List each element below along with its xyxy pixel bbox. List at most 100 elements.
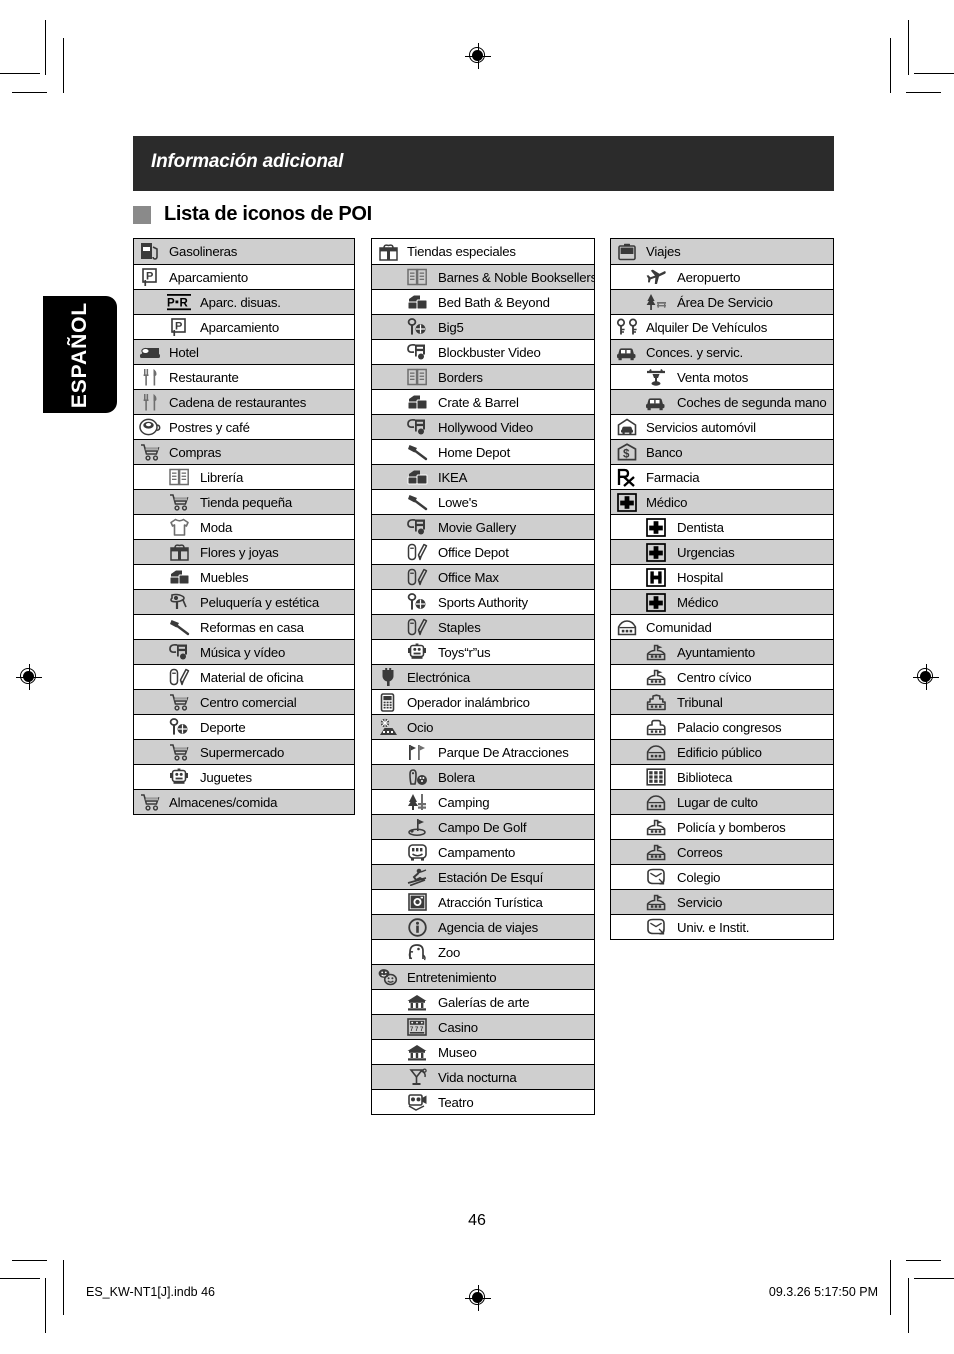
shopping-cart-icon — [137, 441, 163, 463]
poi-label: Música y vídeo — [200, 644, 286, 660]
page-number: 46 — [468, 1212, 486, 1229]
poi-subrow: Office Max — [372, 564, 594, 589]
car-garage-icon — [614, 416, 640, 438]
poi-subrow: Lowe's — [372, 489, 594, 514]
poi-group-row: Compras — [134, 439, 354, 464]
park-and-ride-icon: PR — [166, 291, 192, 313]
crop-mark — [914, 1278, 954, 1279]
poi-group-row: Postres y café — [134, 414, 354, 439]
page-heading: Lista de iconos de POI — [133, 203, 372, 226]
poi-label: Coches de segunda mano — [677, 394, 827, 410]
poi-label: Viajes — [646, 244, 681, 259]
poi-subrow: Estación De Esquí — [372, 864, 594, 889]
crop-mark — [914, 73, 954, 74]
poi-subrow: Urgencias — [611, 539, 833, 564]
poi-label: Médico — [646, 494, 688, 510]
plug-icon — [375, 666, 401, 688]
restaurant-fork-knife-icon — [137, 366, 163, 388]
poi-subrow: P Aparcamiento — [134, 314, 354, 339]
nightlife-icon — [404, 1066, 430, 1088]
poi-label: Postres y café — [169, 419, 250, 435]
music-note-icon — [404, 341, 430, 363]
poi-subrow: Dentista — [611, 514, 833, 539]
registration-target-bottom — [465, 1285, 491, 1311]
poi-group-row: Cadena de restaurantes — [134, 389, 354, 414]
info-circle-icon — [404, 916, 430, 938]
poi-group-row: Farmacia — [611, 464, 833, 489]
poi-label: Reformas en casa — [200, 619, 304, 635]
poi-subrow: Juguetes — [134, 764, 354, 789]
poi-subrow: Deporte — [134, 714, 354, 739]
poi-label: Aparcamiento — [169, 269, 248, 285]
poi-subrow: Teatro — [372, 1089, 594, 1114]
poi-label: Médico — [677, 594, 719, 610]
poi-label: Ocio — [407, 719, 434, 735]
golf-flag-icon — [404, 816, 430, 838]
shopping-cart-icon — [166, 741, 192, 763]
poi-label: Zoo — [438, 944, 461, 960]
poi-subrow: Atracción Turística — [372, 889, 594, 914]
hairdryer-icon — [166, 591, 192, 613]
poi-label: Crate & Barrel — [438, 394, 519, 410]
book-icon — [404, 366, 430, 388]
svg-text:P: P — [167, 298, 175, 310]
poi-label: Gasolineras — [169, 244, 238, 259]
poi-label: Compras — [169, 444, 222, 460]
svg-text:P: P — [146, 270, 153, 282]
music-note-icon — [166, 641, 192, 663]
office-supplies-icon — [404, 566, 430, 588]
poi-label: Almacenes/comida — [169, 794, 278, 810]
poi-subrow: Reformas en casa — [134, 614, 354, 639]
poi-label: Univ. e Instit. — [677, 919, 750, 935]
poi-label: Banco — [646, 444, 683, 460]
poi-subrow: Material de oficina — [134, 664, 354, 689]
gift-box-icon — [166, 541, 192, 563]
cityhall-icon — [643, 891, 669, 913]
poi-label: Aeropuerto — [677, 269, 741, 285]
poi-label: Vida nocturna — [438, 1069, 517, 1085]
poi-label: Parque De Atracciones — [438, 744, 569, 760]
poi-subrow: Toys“r”us — [372, 639, 594, 664]
poi-subrow: Hollywood Video — [372, 414, 594, 439]
amusement-icon — [375, 716, 401, 738]
language-tab-label: ESPAÑOL — [68, 301, 92, 408]
car-key-icon — [614, 316, 640, 338]
poi-subrow: Barnes & Noble Booksellers — [372, 264, 594, 289]
sports-icon — [404, 591, 430, 613]
poi-label: Correos — [677, 844, 723, 860]
poi-label: Hotel — [169, 344, 199, 360]
cityhall-icon — [643, 841, 669, 863]
cityhall-icon — [643, 641, 669, 663]
poi-label: Operador inalámbrico — [407, 694, 530, 710]
convention-icon — [643, 716, 669, 738]
parking-p-icon: P — [166, 316, 192, 338]
poi-subrow: IKEA — [372, 464, 594, 489]
poi-subrow: Office Depot — [372, 539, 594, 564]
motorcycle-icon — [643, 366, 669, 388]
poi-label: Tienda pequeña — [200, 494, 293, 510]
rest-area-icon — [643, 291, 669, 313]
sports-icon — [404, 316, 430, 338]
svg-text:P: P — [175, 320, 182, 332]
poi-label: Atracción Turística — [438, 894, 543, 910]
zoo-elephant-icon — [404, 941, 430, 963]
office-supplies-icon — [404, 541, 430, 563]
crop-mark — [45, 1278, 46, 1333]
restaurant-fork-knife-icon — [137, 391, 163, 413]
mobile-phone-icon — [375, 691, 401, 713]
poi-label: Servicios automóvil — [646, 419, 756, 435]
poi-label: Policía y bomberos — [677, 819, 786, 835]
coffee-cup-icon — [137, 416, 163, 438]
poi-subrow: Edificio público — [611, 739, 833, 764]
casino-icon: 777 — [404, 1016, 430, 1038]
poi-table: Gasolineras P Aparcamiento P R Aparc. disuas.… — [133, 238, 355, 815]
poi-subrow: Campamento — [372, 839, 594, 864]
poi-subrow: Centro cívico — [611, 664, 833, 689]
poi-subrow: Música y vídeo — [134, 639, 354, 664]
poi-subrow: Agencia de viajes — [372, 914, 594, 939]
cityhall-icon — [643, 816, 669, 838]
furniture-icon — [166, 566, 192, 588]
music-note-icon — [404, 516, 430, 538]
car-icon — [643, 391, 669, 413]
poi-label: Movie Gallery — [438, 519, 517, 535]
